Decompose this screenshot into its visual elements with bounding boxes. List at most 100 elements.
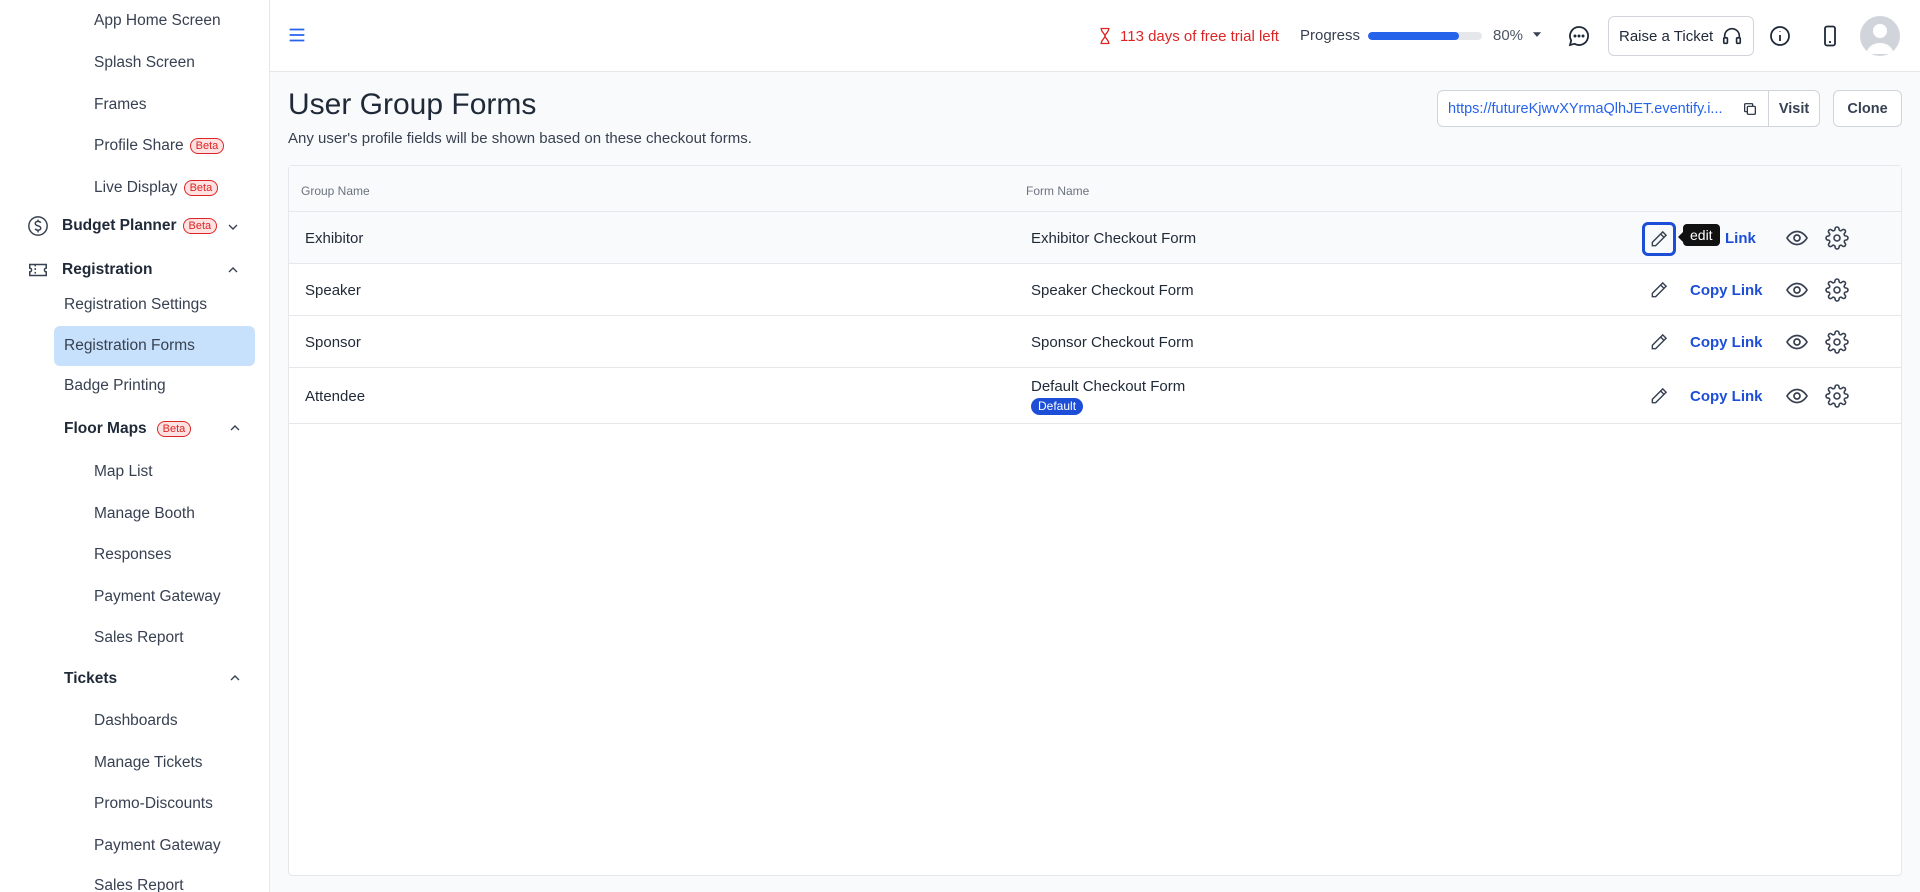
- ticket-icon: [26, 258, 50, 282]
- sidebar-item-manage-tickets[interactable]: Manage Tickets: [94, 754, 203, 772]
- copy-link-button[interactable]: Copy Link: [1690, 334, 1763, 351]
- group-name-cell: Speaker: [305, 282, 361, 299]
- gear-icon: [1825, 384, 1849, 408]
- gear-icon: [1825, 330, 1849, 354]
- settings-button[interactable]: [1822, 381, 1852, 411]
- page-title: User Group Forms: [288, 88, 537, 121]
- hourglass-icon: [1100, 27, 1110, 45]
- copy-icon[interactable]: [1742, 101, 1758, 117]
- table-row[interactable]: Sponsor Sponsor Checkout Form Copy Link: [289, 316, 1901, 368]
- sidebar-item-payment-gateway[interactable]: Payment Gateway: [94, 588, 221, 606]
- gear-icon: [1825, 278, 1849, 302]
- chevron-up-icon[interactable]: [225, 262, 241, 278]
- sidebar-item-manage-booth[interactable]: Manage Booth: [94, 505, 195, 523]
- sidebar-item-dashboards[interactable]: Dashboards: [94, 712, 178, 730]
- edit-button[interactable]: [1642, 222, 1676, 256]
- headset-icon: [1723, 27, 1742, 45]
- sidebar-item-payment-gateway-tickets[interactable]: Payment Gateway: [94, 837, 221, 855]
- chat-icon[interactable]: [1567, 24, 1591, 53]
- gear-icon: [1825, 226, 1849, 250]
- form-name-cell: Exhibitor Checkout Form: [1031, 230, 1197, 247]
- beta-badge: Beta: [189, 138, 225, 154]
- column-header-group-name: Group Name: [301, 184, 370, 198]
- group-name-cell: Sponsor: [305, 334, 361, 351]
- sidebar-item-map-list[interactable]: Map List: [94, 463, 153, 481]
- beta-badge: Beta: [156, 421, 192, 437]
- preview-button[interactable]: [1782, 223, 1812, 253]
- info-icon[interactable]: [1768, 24, 1792, 53]
- group-name-cell: Attendee: [305, 388, 366, 405]
- clone-button[interactable]: Clone: [1833, 90, 1902, 127]
- trial-notice: 113 days of free trial left: [1096, 26, 1279, 46]
- sidebar-item-splash-screen[interactable]: Splash Screen: [94, 54, 195, 72]
- sidebar-item-live-display[interactable]: Live Display Beta: [94, 179, 219, 197]
- sidebar-item-registration-forms[interactable]: Registration Forms: [64, 337, 195, 355]
- sidebar-item-badge-printing[interactable]: Badge Printing: [64, 377, 166, 395]
- sidebar-item-promo-discounts[interactable]: Promo-Discounts: [94, 795, 213, 813]
- top-bar: 113 days of free trial left Progress 80%…: [270, 0, 1920, 72]
- beta-badge: Beta: [182, 218, 218, 234]
- eye-icon: [1786, 334, 1808, 350]
- edit-button[interactable]: [1644, 327, 1674, 357]
- sidebar-item-floor-maps[interactable]: Floor Maps Beta: [64, 420, 192, 438]
- chevron-up-icon[interactable]: [227, 670, 243, 686]
- sidebar-item-tickets[interactable]: Tickets: [64, 670, 117, 688]
- public-url-field[interactable]: https://futureKjwvXYrmaQlhJET.eventify.i…: [1437, 90, 1769, 127]
- table-row[interactable]: Attendee Default Checkout Form Default C…: [289, 368, 1901, 424]
- chevron-down-icon[interactable]: [225, 219, 241, 235]
- preview-button[interactable]: [1782, 381, 1812, 411]
- sidebar-item-registration-settings[interactable]: Registration Settings: [64, 296, 207, 314]
- edit-tooltip: edit: [1678, 224, 1720, 246]
- sidebar-item-frames[interactable]: Frames: [94, 96, 147, 114]
- settings-button[interactable]: [1822, 327, 1852, 357]
- sidebar-item-sales-report-tickets[interactable]: Sales Report: [94, 877, 184, 892]
- form-name-cell: Sponsor Checkout Form: [1031, 334, 1194, 351]
- sidebar-item-app-home-screen[interactable]: App Home Screen: [94, 12, 221, 30]
- copy-link-button[interactable]: Copy Link: [1690, 388, 1763, 405]
- preview-button[interactable]: [1782, 275, 1812, 305]
- avatar[interactable]: [1860, 16, 1900, 56]
- eye-icon: [1786, 388, 1808, 404]
- pencil-icon: [1651, 333, 1668, 350]
- mobile-preview-icon[interactable]: [1818, 24, 1842, 53]
- beta-badge: Beta: [183, 180, 219, 196]
- preview-button[interactable]: [1782, 327, 1812, 357]
- raise-ticket-button[interactable]: Raise a Ticket: [1608, 16, 1755, 56]
- progress-bar: [1368, 32, 1482, 40]
- visit-button[interactable]: Visit: [1768, 90, 1820, 127]
- sidebar-item-budget-planner[interactable]: Budget Planner Beta: [26, 214, 218, 238]
- edit-button[interactable]: [1644, 381, 1674, 411]
- sidebar-item-profile-share[interactable]: Profile Share Beta: [94, 137, 225, 155]
- sidebar-item-responses[interactable]: Responses: [94, 546, 172, 564]
- progress-dropdown-icon[interactable]: [1530, 27, 1544, 46]
- pencil-icon: [1651, 387, 1668, 404]
- table-row[interactable]: Exhibitor Exhibitor Checkout Form edit L…: [289, 212, 1901, 264]
- table-row[interactable]: Speaker Speaker Checkout Form Copy Link: [289, 264, 1901, 316]
- user-icon: [1866, 24, 1894, 54]
- eye-icon: [1786, 282, 1808, 298]
- progress-label: Progress: [1300, 27, 1361, 44]
- pencil-icon: [1651, 281, 1668, 298]
- default-badge: Default: [1031, 398, 1084, 415]
- page-subtitle: Any user's profile fields will be shown …: [288, 130, 752, 147]
- column-header-form-name: Form Name: [1026, 184, 1090, 198]
- copy-link-button[interactable]: Link: [1725, 230, 1756, 247]
- pencil-icon: [1651, 230, 1668, 247]
- form-name-cell: Default Checkout Form Default: [1031, 378, 1186, 415]
- table-header: Group Name Form Name: [289, 166, 1901, 212]
- form-name-cell: Speaker Checkout Form: [1031, 282, 1194, 299]
- hamburger-menu-icon[interactable]: [286, 24, 308, 51]
- user-group-forms-table: Group Name Form Name Exhibitor Exhibitor…: [288, 165, 1902, 876]
- dollar-circle-icon: [26, 214, 50, 238]
- sidebar: App Home Screen Splash Screen Frames Pro…: [0, 0, 270, 892]
- progress-bar-fill: [1368, 32, 1460, 40]
- settings-button[interactable]: [1822, 223, 1852, 253]
- eye-icon: [1786, 230, 1808, 246]
- chevron-up-icon[interactable]: [227, 420, 243, 436]
- sidebar-item-sales-report[interactable]: Sales Report: [94, 629, 184, 647]
- settings-button[interactable]: [1822, 275, 1852, 305]
- sidebar-item-registration[interactable]: Registration: [26, 258, 152, 282]
- edit-button[interactable]: [1644, 275, 1674, 305]
- copy-link-button[interactable]: Copy Link: [1690, 282, 1763, 299]
- group-name-cell: Exhibitor: [305, 230, 364, 247]
